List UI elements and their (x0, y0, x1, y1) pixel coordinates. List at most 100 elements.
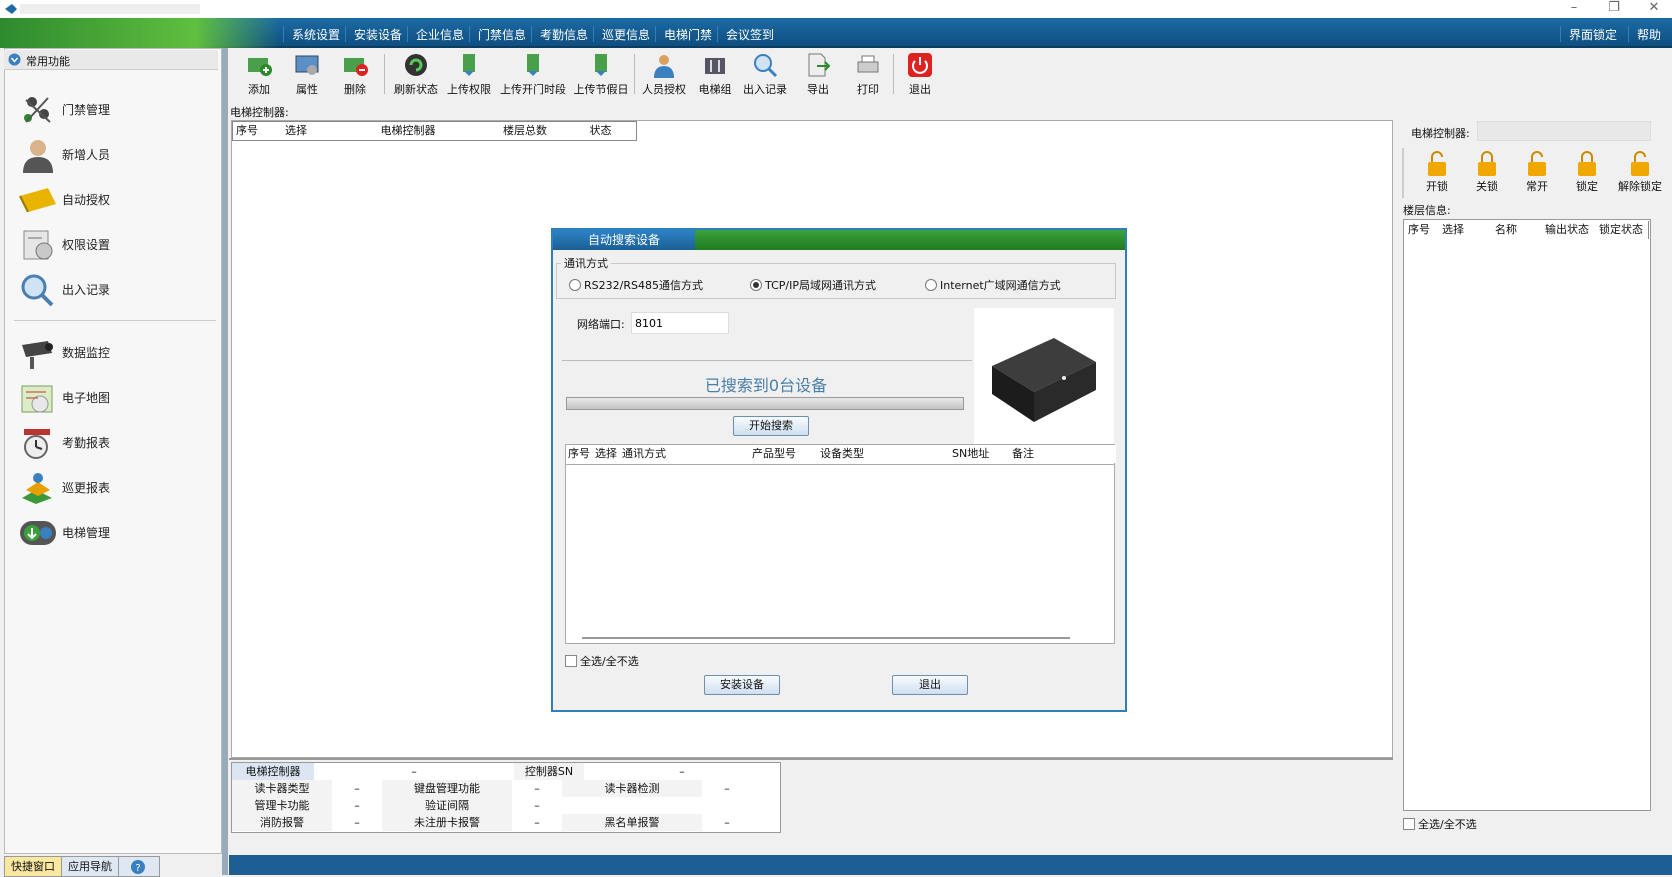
refresh-status-button[interactable]: 刷新状态 (391, 52, 441, 98)
help-icon[interactable]: ? (130, 859, 146, 875)
dev-col-select[interactable]: 选择 (592, 445, 621, 463)
radio-tcpip-label[interactable]: TCP/IP局域网通讯方式 (765, 277, 876, 293)
floor-table[interactable]: 序号 选择 名称 输出状态 锁定状态 (1403, 219, 1651, 811)
dialog-exit-button[interactable]: 退出 (892, 675, 968, 695)
radio-internet-label[interactable]: Internet广域网通信方式 (940, 277, 1061, 293)
radio-rs232[interactable] (569, 279, 581, 291)
collapse-icon[interactable] (8, 53, 21, 66)
menu-door-info[interactable]: 门禁信息 (469, 26, 534, 42)
menu-meeting-signin[interactable]: 会议签到 (717, 26, 782, 42)
info-value: – (534, 799, 540, 812)
sidebar-item-patrol-report[interactable]: 巡更报表 (14, 466, 214, 510)
info-label: 验证间隔 (382, 797, 512, 814)
tab-app-navigation[interactable]: 应用导航 (61, 856, 119, 877)
exit-button[interactable]: 退出 (897, 52, 943, 98)
right-controller-field[interactable] (1477, 121, 1651, 141)
radio-rs232-label[interactable]: RS232/RS485通信方式 (584, 277, 703, 293)
sidebar-item-permission[interactable]: 权限设置 (14, 223, 214, 267)
dev-col-type[interactable]: 设备类型 (818, 445, 953, 463)
start-search-button[interactable]: 开始搜索 (733, 416, 809, 436)
elevator-group-button[interactable]: 电梯组 (692, 52, 738, 98)
upload-holiday-icon (595, 54, 607, 76)
floor-col-index[interactable]: 序号 (1404, 221, 1435, 239)
device-result-table[interactable]: 序号 选择 通讯方式 产品型号 设备类型 SN地址 备注 (565, 444, 1116, 644)
normally-open-button[interactable]: 常开 (1514, 150, 1560, 196)
menu-company-info[interactable]: 企业信息 (407, 26, 472, 42)
lockdown-button[interactable]: 锁定 (1564, 150, 1610, 196)
menu-install-device[interactable]: 安装设备 (345, 26, 410, 42)
status-bar (229, 855, 1672, 875)
menu-system-settings[interactable]: 系统设置 (283, 26, 348, 42)
release-lock-button[interactable]: 解除锁定 (1612, 150, 1668, 196)
radio-internet[interactable] (925, 279, 937, 291)
sidebar-item-elevator[interactable]: 电梯管理 (14, 511, 214, 555)
lockdown-icon (1578, 151, 1596, 176)
export-icon (808, 53, 831, 77)
records-button[interactable]: 出入记录 (739, 52, 791, 98)
menu-attendance-info[interactable]: 考勤信息 (531, 26, 596, 42)
menu-lock-ui[interactable]: 界面锁定 (1560, 26, 1625, 42)
horizontal-scrollbar[interactable] (582, 637, 1070, 639)
menu-elevator-access[interactable]: 电梯门禁 (655, 26, 720, 42)
close-button[interactable]: ✕ (1636, 0, 1672, 18)
port-input[interactable] (631, 312, 729, 334)
dialog-tab[interactable]: 自动搜索设备 (553, 230, 695, 250)
col-floor-count[interactable]: 楼层总数 (485, 122, 566, 140)
power-icon (908, 53, 932, 77)
info-value: – (724, 782, 730, 795)
menu-help[interactable]: 帮助 (1628, 26, 1669, 42)
add-button[interactable]: 添加 (239, 52, 279, 98)
col-select[interactable]: 选择 (261, 122, 332, 140)
export-button[interactable]: 导出 (795, 52, 841, 98)
minimize-button[interactable]: – (1556, 0, 1592, 18)
upload-holiday-button[interactable]: 上传节假日 (571, 52, 631, 98)
tab-quick-window[interactable]: 快捷窗口 (4, 856, 62, 877)
col-index[interactable]: 序号 (233, 122, 262, 140)
dev-col-index[interactable]: 序号 (566, 445, 595, 463)
person-auth-icon (654, 55, 674, 78)
sidebar-item-label: 门禁管理 (62, 103, 111, 117)
restore-button[interactable]: ❐ (1596, 0, 1632, 18)
upload-permission-button[interactable]: 上传权限 (444, 52, 494, 98)
install-device-button[interactable]: 安装设备 (704, 675, 780, 695)
dev-col-remark[interactable]: 备注 (1010, 445, 1116, 463)
dev-col-sn[interactable]: SN地址 (950, 445, 1013, 463)
dev-col-model[interactable]: 产品型号 (750, 445, 821, 463)
radio-tcpip[interactable] (750, 279, 762, 291)
info-label: 读卡器类型 (232, 780, 332, 797)
sidebar-header[interactable]: 常用功能 (4, 50, 218, 70)
upload-timeslot-button[interactable]: 上传开门时段 (497, 52, 569, 98)
device-select-all-checkbox[interactable] (565, 655, 577, 667)
dev-col-comm[interactable]: 通讯方式 (620, 445, 753, 463)
info-label: 读卡器检测 (562, 780, 702, 797)
sidebar-item-map[interactable]: 电子地图 (14, 376, 214, 420)
floor-select-all-checkbox[interactable] (1403, 818, 1415, 830)
sidebar-item-monitor[interactable]: 数据监控 (14, 331, 214, 375)
print-button[interactable]: 打印 (845, 52, 891, 98)
sidebar-item-records[interactable]: 出入记录 (14, 268, 214, 312)
sidebar-item-attendance-report[interactable]: 考勤报表 (14, 421, 214, 465)
sidebar-item-new-person[interactable]: 新增人员 (14, 133, 214, 177)
unlock-button[interactable]: 开锁 (1414, 150, 1460, 196)
help-tab[interactable]: ? (118, 856, 160, 877)
person-auth-button[interactable]: 人员授权 (639, 52, 689, 98)
sidebar-item-auto-auth[interactable]: 自动授权 (14, 178, 214, 222)
sidebar-item-door-access[interactable]: 门禁管理 (14, 88, 214, 132)
floor-col-select[interactable]: 选择 (1434, 221, 1473, 239)
upload-permission-icon (463, 54, 475, 76)
normally-open-icon (1528, 151, 1546, 176)
floor-col-name[interactable]: 名称 (1472, 221, 1541, 239)
patrol-icon (22, 473, 52, 504)
port-label: 网络端口: (577, 318, 625, 331)
records-icon (754, 54, 778, 78)
col-controller[interactable]: 电梯控制器 (331, 122, 486, 140)
floor-col-output[interactable]: 输出状态 (1540, 221, 1595, 239)
properties-button[interactable]: 属性 (287, 52, 327, 98)
splitter[interactable] (222, 48, 228, 875)
floor-col-lock[interactable]: 锁定状态 (1594, 221, 1649, 239)
close-lock-button[interactable]: 关锁 (1464, 150, 1510, 196)
delete-button[interactable]: 删除 (335, 52, 375, 98)
col-status[interactable]: 状态 (565, 122, 636, 140)
horizontal-splitter[interactable] (229, 758, 1393, 760)
menu-patrol-info[interactable]: 巡更信息 (593, 26, 658, 42)
